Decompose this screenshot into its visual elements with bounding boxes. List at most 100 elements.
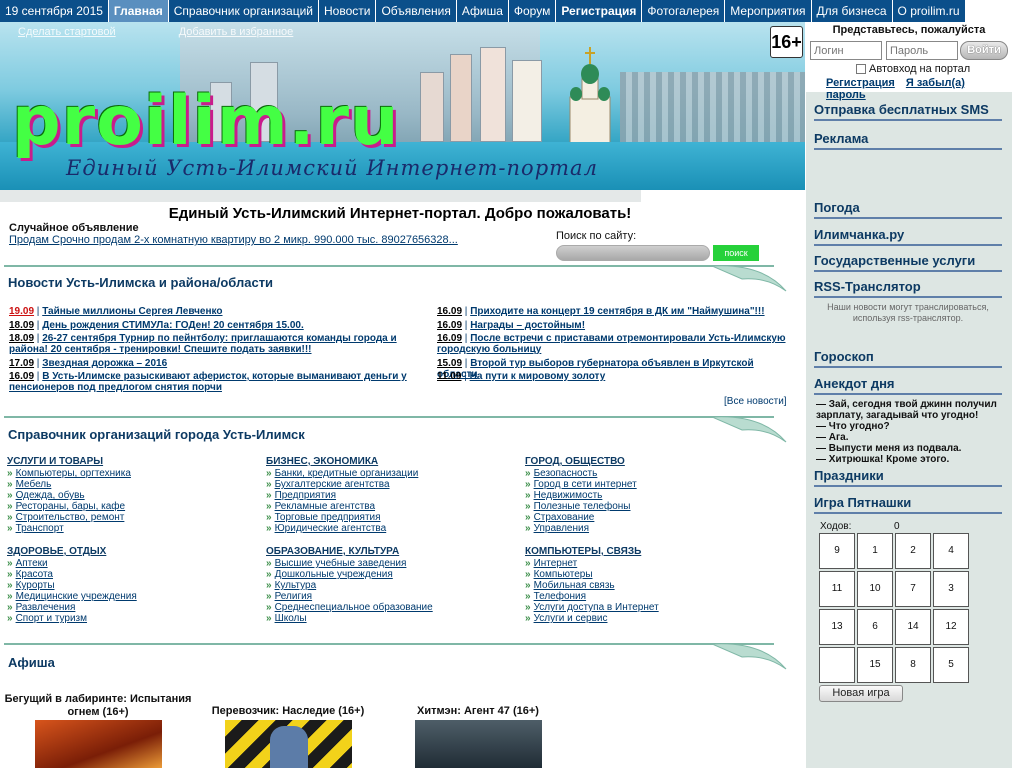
directory-item[interactable]: Одежда, обувь <box>7 490 257 501</box>
directory-item[interactable]: Недвижимость <box>525 490 775 501</box>
directory-item[interactable]: Рекламные агентства <box>266 501 516 512</box>
directory-item[interactable]: Телефония <box>525 591 775 602</box>
puzzle-tile[interactable]: 13 <box>819 609 855 645</box>
search-input[interactable] <box>556 245 710 261</box>
directory-item[interactable]: Компьютеры, оргтехника <box>7 468 257 479</box>
movie-title[interactable]: Хитмэн: Агент 47 (16+) <box>383 705 573 718</box>
puzzle-tile[interactable]: 2 <box>895 533 931 569</box>
news-title[interactable]: Приходите на концерт 19 сентября в ДК им… <box>470 306 764 317</box>
puzzle-tile[interactable]: 12 <box>933 609 969 645</box>
puzzle-tile[interactable]: 1 <box>857 533 893 569</box>
news-item[interactable]: 18.09 | День рождения СТИМУЛа: ГОДен! 20… <box>9 320 421 331</box>
directory-item[interactable]: Город в сети интернет <box>525 479 775 490</box>
directory-item[interactable]: Культура <box>266 580 516 591</box>
movie-poster[interactable] <box>225 720 352 768</box>
movie-title[interactable]: Перевозчик: Наследие (16+) <box>193 705 383 718</box>
news-title[interactable]: 26-27 сентября Турнир по пейнтболу: приг… <box>9 333 397 355</box>
directory-item[interactable]: Курорты <box>7 580 257 591</box>
news-title[interactable]: День рождения СТИМУЛа: ГОДен! 20 сентябр… <box>42 320 304 331</box>
movie-poster[interactable] <box>415 720 542 768</box>
login-input[interactable] <box>810 41 882 60</box>
nav-tab-afisha[interactable]: Афиша <box>456 0 509 22</box>
nav-tab-photogallery[interactable]: Фотогалерея <box>642 0 726 22</box>
nav-tab-business[interactable]: Для бизнеса <box>811 0 893 22</box>
horoscope-link[interactable]: Гороскоп <box>814 349 1002 368</box>
directory-item[interactable]: Аптеки <box>7 558 257 569</box>
ads-heading[interactable]: Реклама <box>814 131 1002 150</box>
directory-category-heading[interactable]: КОМПЬЮТЕРЫ, СВЯЗЬ <box>525 546 775 557</box>
random-ad-link[interactable]: Продам Срочно продам 2-х комнатную кварт… <box>9 234 458 246</box>
directory-item[interactable]: Управления <box>525 523 775 534</box>
directory-category-heading[interactable]: БИЗНЕС, ЭКОНОМИКА <box>266 456 516 467</box>
news-item[interactable]: 11.09 | На пути к мировому золоту <box>437 371 787 382</box>
directory-item[interactable]: Спорт и туризм <box>7 613 257 624</box>
directory-item[interactable]: Дошкольные учреждения <box>266 569 516 580</box>
directory-item[interactable]: Услуги и сервис <box>525 613 775 624</box>
make-homepage-link[interactable]: Сделать стартовой <box>18 26 116 38</box>
news-item[interactable]: 16.09 | Приходите на концерт 19 сентября… <box>437 306 787 317</box>
nav-tab-news[interactable]: Новости <box>318 0 377 22</box>
news-title[interactable]: На пути к мировому золоту <box>470 371 606 382</box>
register-link[interactable]: Регистрация <box>826 77 895 89</box>
nav-tab-registration[interactable]: Регистрация <box>556 0 643 22</box>
puzzle-empty-slot[interactable] <box>819 647 855 683</box>
news-item[interactable]: 18.09 | 26-27 сентября Турнир по пейнтбо… <box>9 333 421 355</box>
puzzle-tile[interactable]: 11 <box>819 571 855 607</box>
directory-item[interactable]: Красота <box>7 569 257 580</box>
news-item[interactable]: 16.09 | После встречи с приставами отрем… <box>437 333 787 355</box>
directory-category-heading[interactable]: ГОРОД, ОБЩЕСТВО <box>525 456 775 467</box>
news-item[interactable]: 17.09 | Звездная дорожка – 2016 <box>9 358 421 369</box>
directory-category-heading[interactable]: УСЛУГИ И ТОВАРЫ <box>7 456 257 467</box>
news-title[interactable]: Звездная дорожка – 2016 <box>42 358 167 369</box>
news-title[interactable]: После встречи с приставами отремонтирова… <box>437 333 786 355</box>
all-news-link[interactable]: [Все новости] <box>724 396 787 407</box>
directory-item[interactable]: Компьютеры <box>525 569 775 580</box>
add-favorites-link[interactable]: Добавить в избранное <box>179 26 294 38</box>
directory-item[interactable]: Мобильная связь <box>525 580 775 591</box>
directory-category-heading[interactable]: ОБРАЗОВАНИЕ, КУЛЬТУРА <box>266 546 516 557</box>
directory-item[interactable]: Транспорт <box>7 523 257 534</box>
directory-item[interactable]: Банки, кредитные организации <box>266 468 516 479</box>
new-game-button[interactable]: Новая игра <box>819 685 903 702</box>
directory-item[interactable]: Юридические агентства <box>266 523 516 534</box>
directory-item[interactable]: Среднеспециальное образование <box>266 602 516 613</box>
directory-item[interactable]: Школы <box>266 613 516 624</box>
directory-item[interactable]: Полезные телефоны <box>525 501 775 512</box>
autologin-checkbox[interactable] <box>856 64 866 75</box>
directory-item[interactable]: Предприятия <box>266 490 516 501</box>
holidays-link[interactable]: Праздники <box>814 468 1002 487</box>
news-item[interactable]: 16.09 | Награды – достойным! <box>437 320 787 331</box>
news-title[interactable]: Тайные миллионы Сергея Левченко <box>42 306 222 317</box>
directory-item[interactable]: Медицинские учреждения <box>7 591 257 602</box>
puzzle-tile[interactable]: 15 <box>857 647 893 683</box>
news-title[interactable]: В Усть-Илимске разыскивают аферисток, ко… <box>9 371 407 393</box>
nav-tab-home[interactable]: Главная <box>108 0 169 22</box>
puzzle-tile[interactable]: 14 <box>895 609 931 645</box>
ilimchanka-link[interactable]: Илимчанка.ру <box>814 227 1002 246</box>
gov-services-link[interactable]: Государственные услуги <box>814 253 1002 272</box>
autologin-option[interactable]: Автовход на портал <box>856 63 970 75</box>
password-input[interactable] <box>886 41 958 60</box>
directory-item[interactable]: Страхование <box>525 512 775 523</box>
directory-item[interactable]: Рестораны, бары, кафе <box>7 501 257 512</box>
search-button[interactable]: поиск <box>713 245 759 261</box>
nav-tab-ads[interactable]: Объявления <box>376 0 457 22</box>
directory-item[interactable]: Строительство, ремонт <box>7 512 257 523</box>
directory-item[interactable]: Развлечения <box>7 602 257 613</box>
puzzle-tile[interactable]: 9 <box>819 533 855 569</box>
news-item[interactable]: 16.09 | В Усть-Илимске разыскивают афери… <box>9 371 421 393</box>
nav-tab-events[interactable]: Мероприятия <box>725 0 812 22</box>
nav-tab-forum[interactable]: Форум <box>508 0 557 22</box>
puzzle-tile[interactable]: 10 <box>857 571 893 607</box>
puzzle-tile[interactable]: 7 <box>895 571 931 607</box>
login-button[interactable]: Войти <box>960 41 1008 60</box>
puzzle-tile[interactable]: 5 <box>933 647 969 683</box>
puzzle-tile[interactable]: 6 <box>857 609 893 645</box>
directory-item[interactable]: Услуги доступа в Интернет <box>525 602 775 613</box>
news-item[interactable]: 19.09 | Тайные миллионы Сергея Левченко <box>9 306 421 317</box>
directory-item[interactable]: Интернет <box>525 558 775 569</box>
news-title[interactable]: Награды – достойным! <box>470 320 585 331</box>
rss-link[interactable]: RSS-Транслятор <box>814 279 1002 298</box>
movie-poster[interactable] <box>35 720 162 768</box>
directory-item[interactable]: Бухгалтерские агентства <box>266 479 516 490</box>
